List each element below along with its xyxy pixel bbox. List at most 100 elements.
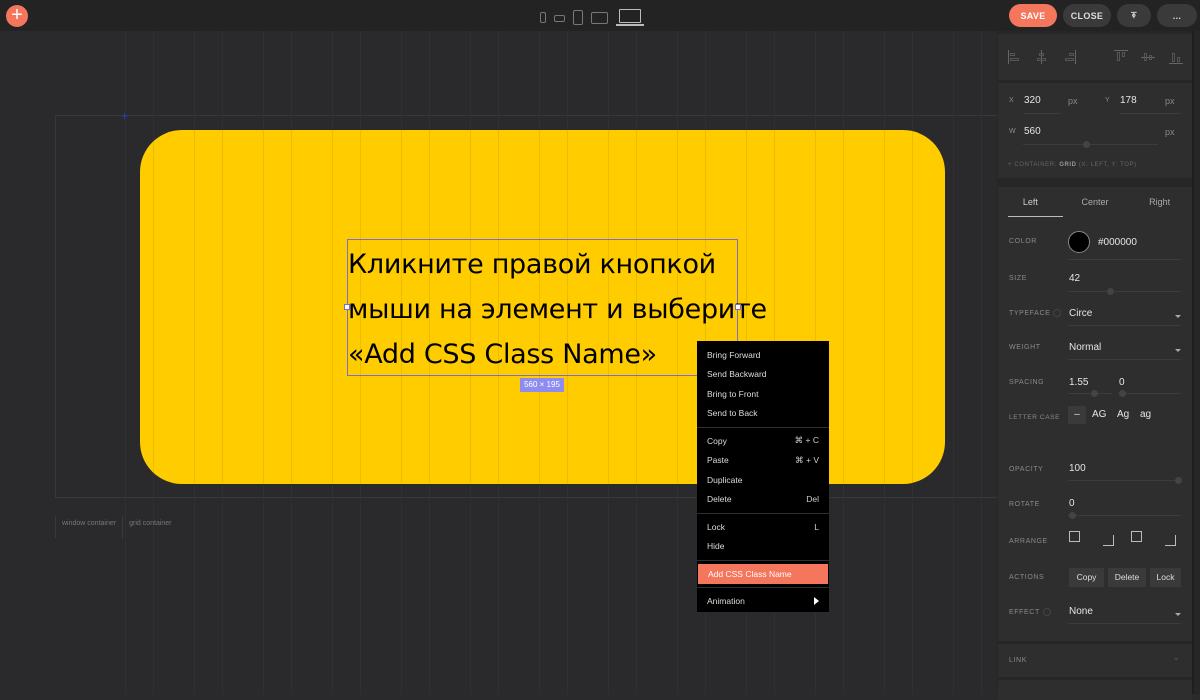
window-container-label[interactable]: window container <box>55 516 122 538</box>
grid-line <box>194 130 195 484</box>
copy-button[interactable]: Copy <box>1069 568 1104 587</box>
pin-icon: ⍕ <box>1131 10 1137 20</box>
letter-case-title[interactable]: Ag <box>1117 409 1129 420</box>
menu-item-copy[interactable]: Copy ⌘ + C <box>697 431 829 451</box>
align-right-icon[interactable] <box>1063 50 1077 64</box>
opacity-input[interactable]: 100 <box>1069 463 1086 474</box>
text-line: мыши на элемент и выберите <box>348 294 767 325</box>
add-block-button[interactable]: + <box>6 5 28 27</box>
bring-to-front-icon[interactable] <box>1069 531 1080 542</box>
effect-select[interactable]: None <box>1069 606 1093 617</box>
menu-item-delete[interactable]: Delete Del <box>697 490 829 510</box>
w-label: W <box>1009 128 1017 135</box>
y-unit: px <box>1165 96 1175 106</box>
x-input[interactable]: 320 <box>1024 95 1041 106</box>
tab-left[interactable]: Left <box>998 187 1063 217</box>
align-left-icon[interactable] <box>1008 50 1021 64</box>
color-input[interactable]: #000000 <box>1098 237 1137 248</box>
grid-line <box>222 130 223 484</box>
arrange-label: ARRANGE <box>1009 538 1048 545</box>
align-center-horizontal-icon[interactable] <box>1035 50 1048 64</box>
spacing-label: SPACING <box>1009 379 1045 386</box>
pin-button[interactable]: ⍕ <box>1117 4 1151 27</box>
grid-line <box>263 130 264 484</box>
editor-canvas[interactable]: + Кликните правой кнопкой мыши на элемен… <box>0 31 997 694</box>
size-slider-knob[interactable] <box>1107 288 1114 295</box>
letter-spacing-input[interactable]: 0 <box>1119 377 1125 388</box>
typeface-select[interactable]: Circe <box>1069 308 1092 319</box>
menu-item-bring-forward[interactable]: Bring Forward <box>697 345 829 365</box>
opacity-slider-knob[interactable] <box>1175 477 1182 484</box>
width-slider[interactable] <box>1023 144 1158 145</box>
resize-handle-left[interactable] <box>344 304 350 310</box>
grid-line <box>884 130 885 484</box>
line-spacing-input[interactable]: 1.55 <box>1069 377 1088 388</box>
grid-line <box>153 130 154 484</box>
opacity-slider[interactable] <box>1068 480 1181 481</box>
menu-item-paste[interactable]: Paste ⌘ + V <box>697 451 829 471</box>
line-spacing-knob[interactable] <box>1091 390 1098 397</box>
submenu-arrow-icon <box>814 597 819 606</box>
w-input[interactable]: 560 <box>1024 126 1041 137</box>
size-label: SIZE <box>1009 275 1027 282</box>
y-input[interactable]: 178 <box>1120 95 1137 106</box>
menu-item-lock[interactable]: Lock L <box>697 517 829 537</box>
rotate-slider[interactable] <box>1068 515 1181 516</box>
letter-case-lower[interactable]: ag <box>1140 409 1151 420</box>
menu-item-animation[interactable]: Animation <box>697 592 829 612</box>
resize-handle-right[interactable] <box>735 304 741 310</box>
letter-case-none[interactable]: – <box>1068 406 1086 424</box>
text-line: Кликните правой кнопкой <box>348 249 716 280</box>
line-spacing-slider[interactable] <box>1068 393 1112 394</box>
actions-label: ACTIONS <box>1009 574 1045 581</box>
tablet-portrait-icon[interactable] <box>573 10 583 25</box>
weight-select[interactable]: Normal <box>1069 342 1101 353</box>
menu-item-hide[interactable]: Hide <box>697 537 829 557</box>
align-middle-vertical-icon[interactable] <box>1141 50 1156 64</box>
phone-portrait-icon[interactable] <box>540 12 546 23</box>
bring-forward-icon[interactable] <box>1131 531 1142 542</box>
tab-center[interactable]: Center <box>1063 187 1128 217</box>
menu-item-add-css-class-name[interactable]: Add CSS Class Name <box>698 564 828 584</box>
menu-item-send-to-back[interactable]: Send to Back <box>697 404 829 424</box>
collapsed-card[interactable] <box>998 680 1192 700</box>
menu-item-send-backward[interactable]: Send Backward <box>697 365 829 385</box>
rotate-input[interactable]: 0 <box>1069 498 1075 509</box>
width-slider-knob[interactable] <box>1083 141 1090 148</box>
selected-text-element[interactable]: Кликните правой кнопкой мыши на элемент … <box>344 239 767 376</box>
align-bottom-icon[interactable] <box>1168 50 1183 64</box>
grid-container-label[interactable]: grid container <box>122 516 177 538</box>
send-backward-icon[interactable] <box>1165 535 1176 546</box>
effect-label: EFFECT <box>1009 608 1051 616</box>
panel-scrollbar[interactable] <box>1192 31 1194 694</box>
rotate-slider-knob[interactable] <box>1069 512 1076 519</box>
tab-right[interactable]: Right <box>1127 187 1192 217</box>
w-unit: px <box>1165 127 1175 137</box>
more-button[interactable]: ... <box>1157 4 1197 27</box>
link-card[interactable]: LINK ⌄ <box>998 644 1192 677</box>
menu-divider <box>697 559 829 561</box>
container-note[interactable]: + CONTAINER: GRID (X: LEFT, Y: TOP) <box>1008 162 1137 168</box>
shortcut: Del <box>806 494 819 505</box>
menu-item-duplicate[interactable]: Duplicate <box>697 470 829 490</box>
close-button[interactable]: CLOSE <box>1063 4 1111 27</box>
phone-landscape-icon[interactable] <box>554 15 565 22</box>
menu-item-bring-to-front[interactable]: Bring to Front <box>697 384 829 404</box>
color-swatch[interactable] <box>1068 231 1090 253</box>
size-input[interactable]: 42 <box>1069 273 1080 284</box>
device-switcher <box>540 6 644 26</box>
align-top-icon[interactable] <box>1113 50 1128 64</box>
letter-case-upper[interactable]: AG <box>1092 409 1106 420</box>
plus-icon: + <box>11 4 23 26</box>
tablet-landscape-icon[interactable] <box>591 12 608 24</box>
link-label: LINK <box>1009 657 1027 664</box>
lock-button[interactable]: Lock <box>1150 568 1181 587</box>
size-slider[interactable] <box>1068 291 1181 292</box>
save-button[interactable]: SAVE <box>1009 4 1057 27</box>
laptop-icon[interactable] <box>616 9 644 26</box>
letter-spacing-knob[interactable] <box>1119 390 1126 397</box>
send-to-back-icon[interactable] <box>1103 535 1114 546</box>
top-toolbar: + SAVE CLOSE ⍕ ... <box>0 0 1200 31</box>
letter-spacing-slider[interactable] <box>1118 393 1181 394</box>
delete-button[interactable]: Delete <box>1108 568 1146 587</box>
